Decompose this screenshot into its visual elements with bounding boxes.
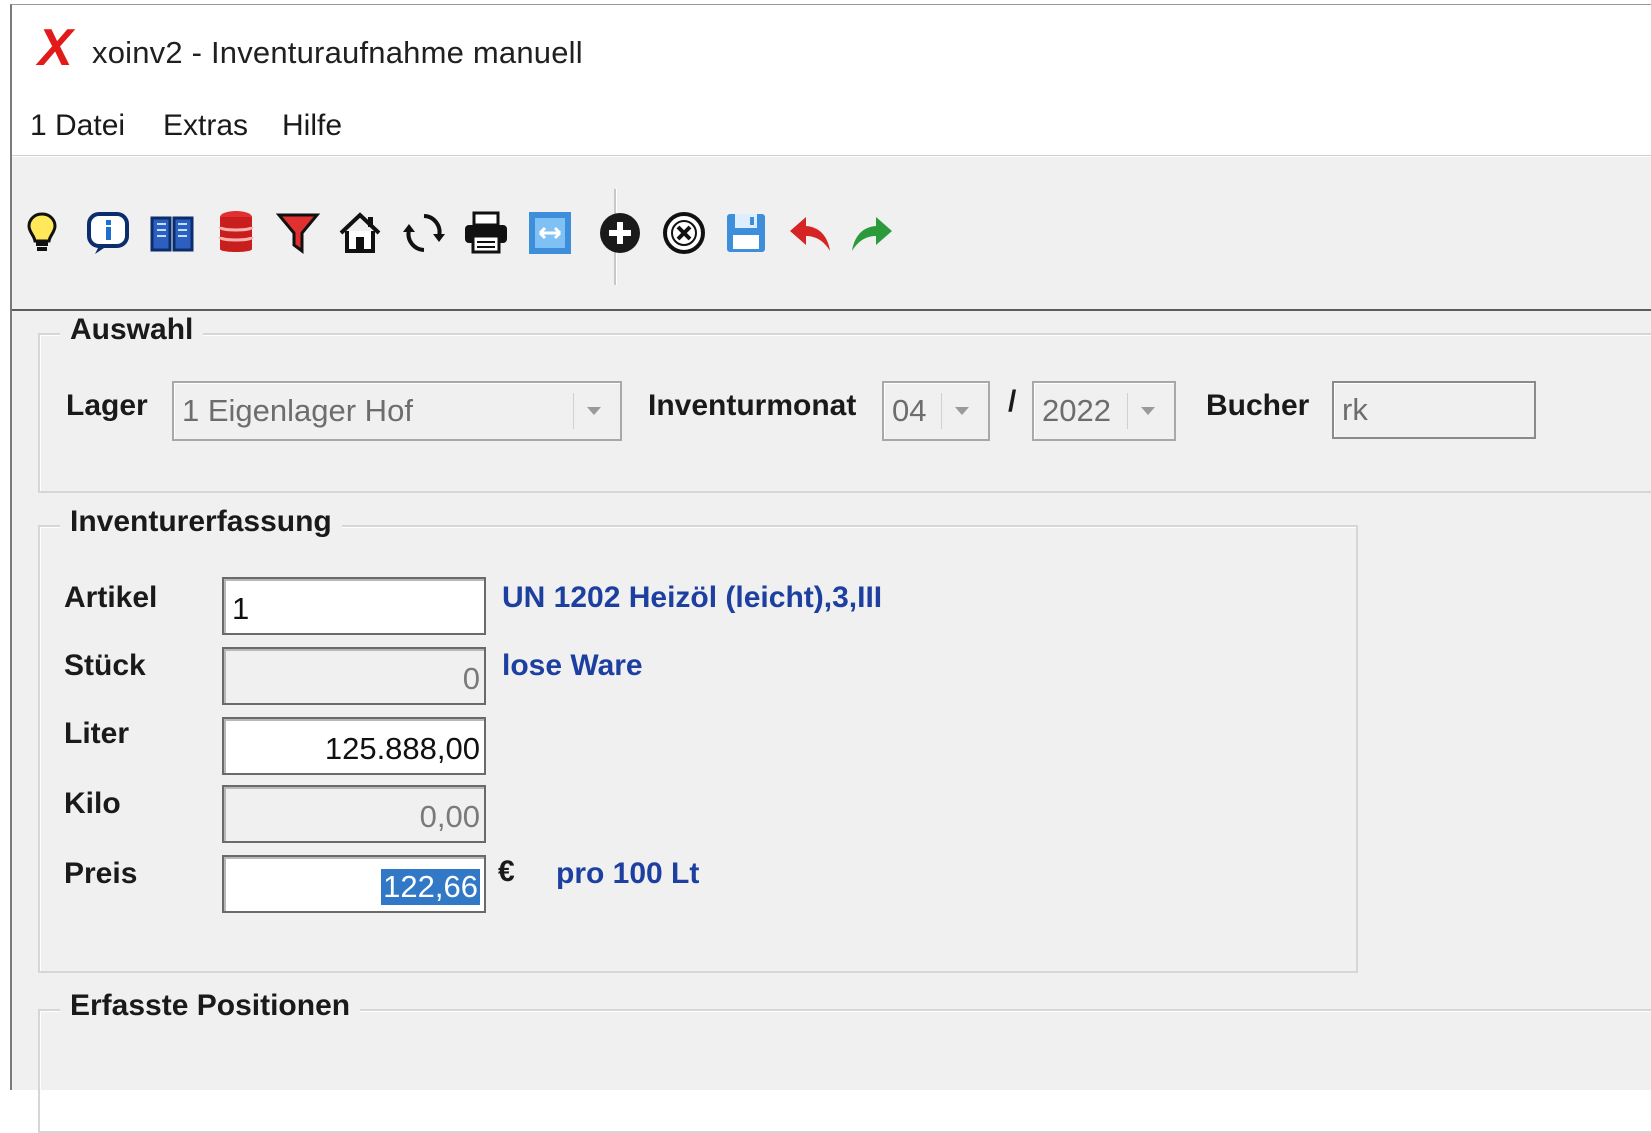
stueck-value: 0 [462,661,480,696]
preis-value: 122,66 [381,869,480,905]
kilo-input[interactable]: 0,00 [222,785,486,843]
kilo-value: 0,00 [419,799,480,834]
bucher-label: Bucher [1206,389,1310,422]
chevron-down-icon[interactable] [573,393,614,429]
menu-datei[interactable]: 1 Datei [30,109,125,143]
artikel-value: 1 [232,591,250,626]
liter-label: Liter [64,717,130,750]
artikel-description: UN 1202 Heizöl (leicht),3,III [502,581,883,614]
database-icon[interactable] [210,207,262,259]
currency-symbol: € [498,855,515,888]
lager-select[interactable]: 1 Eigenlager Hof [172,381,622,441]
menu-extras[interactable]: Extras [163,109,248,143]
inventurerfassung-group: Inventurerfassung Artikel 1 UN 1202 Heiz… [38,505,1358,973]
filter-icon[interactable] [272,207,324,259]
stueck-label: Stück [64,649,146,682]
printer-icon[interactable] [460,207,512,259]
stueck-input[interactable]: 0 [222,647,486,705]
artikel-input[interactable]: 1 [222,577,486,635]
lightbulb-icon[interactable] [16,207,68,259]
liter-value: 125.888,00 [324,731,480,766]
chevron-down-icon[interactable] [941,393,982,429]
client-area: Auswahl Lager 1 Eigenlager Hof Inventurm… [12,311,1651,1133]
date-separator: / [1008,385,1017,418]
inventurmonat-label: Inventurmonat [648,389,857,422]
undo-icon[interactable] [784,207,836,259]
lager-value: 1 Eigenlager Hof [182,393,413,428]
title-bar[interactable]: X xoinv2 - Inventuraufnahme manuell [12,5,1651,93]
jahr-select[interactable]: 2022 [1032,381,1176,441]
monat-value: 04 [892,393,927,428]
window-title: xoinv2 - Inventuraufnahme manuell [92,35,583,70]
redo-icon[interactable] [846,207,898,259]
inventurerfassung-title: Inventurerfassung [60,505,342,539]
book-icon[interactable] [146,207,198,259]
app-logo-icon: X [38,19,73,77]
erfasste-positionen-group: Erfasste Positionen [38,989,1651,1133]
liter-input[interactable]: 125.888,00 [222,717,486,775]
save-icon[interactable] [720,207,772,259]
bucher-field[interactable]: rk [1332,381,1536,439]
chevron-down-icon[interactable] [1127,393,1168,429]
monat-select[interactable]: 04 [882,381,990,441]
stueck-description: lose Ware [502,649,643,682]
artikel-label: Artikel [64,581,158,614]
preis-label: Preis [64,857,138,890]
add-icon[interactable] [594,207,646,259]
bucher-value: rk [1342,392,1368,427]
cancel-icon[interactable] [658,207,710,259]
auswahl-group: Auswahl Lager 1 Eigenlager Hof Inventurm… [38,313,1651,493]
lager-label: Lager [66,389,148,422]
kilo-label: Kilo [64,787,121,820]
auswahl-title: Auswahl [60,313,204,347]
menu-hilfe[interactable]: Hilfe [282,109,342,143]
refresh-icon[interactable] [398,207,450,259]
home-icon[interactable] [334,207,386,259]
resize-icon[interactable] [524,207,576,259]
preis-unit: pro 100 Lt [556,857,700,890]
erfasste-positionen-title: Erfasste Positionen [60,989,361,1023]
toolbar [12,157,1651,311]
app-window: X xoinv2 - Inventuraufnahme manuell 1 Da… [10,4,1651,1133]
preis-input[interactable]: 122,66 [222,855,486,913]
menu-bar: 1 Datei Extras Hilfe [12,97,1651,156]
jahr-value: 2022 [1042,393,1111,428]
info-icon[interactable] [82,207,134,259]
